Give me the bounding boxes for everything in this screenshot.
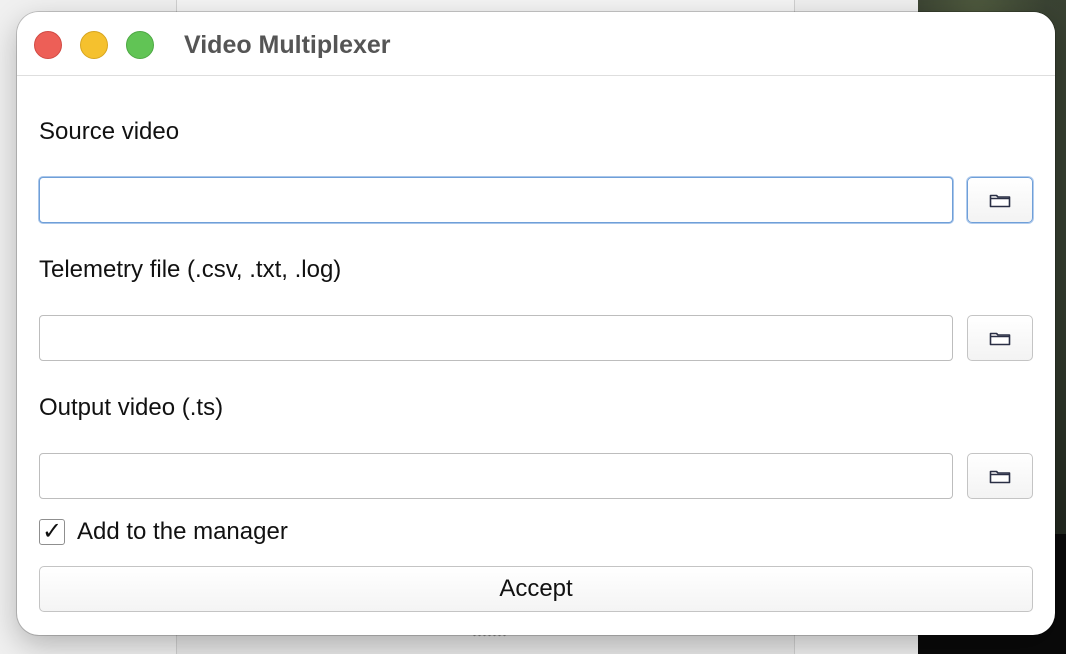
telemetry-file-label: Telemetry file (.csv, .txt, .log): [39, 256, 342, 283]
source-video-label: Source video: [39, 118, 180, 145]
minimize-window-button[interactable]: [80, 31, 108, 59]
source-video-input[interactable]: [39, 177, 953, 223]
output-video-input[interactable]: [39, 453, 953, 499]
output-video-browse-button[interactable]: [967, 453, 1033, 499]
accept-button[interactable]: Accept: [39, 566, 1033, 612]
window-title: Video Multiplexer: [184, 31, 391, 59]
output-video-label: Output video (.ts): [39, 394, 224, 421]
zoom-window-button[interactable]: [126, 31, 154, 59]
close-window-button[interactable]: [34, 31, 62, 59]
telemetry-file-browse-button[interactable]: [967, 315, 1033, 361]
title-bar: Video Multiplexer: [17, 12, 1055, 76]
add-to-manager-row: ✓ Add to the manager: [39, 517, 288, 547]
source-video-browse-button[interactable]: [967, 177, 1033, 223]
video-multiplexer-dialog: Video Multiplexer Source video Telemetry…: [17, 12, 1055, 635]
add-to-manager-checkbox[interactable]: ✓: [39, 519, 65, 545]
add-to-manager-label[interactable]: Add to the manager: [77, 518, 288, 546]
folder-icon: [989, 332, 1011, 346]
telemetry-file-input[interactable]: [39, 315, 953, 361]
folder-icon: [989, 470, 1011, 484]
folder-icon: [989, 194, 1011, 208]
checkmark-icon: ✓: [41, 518, 63, 545]
